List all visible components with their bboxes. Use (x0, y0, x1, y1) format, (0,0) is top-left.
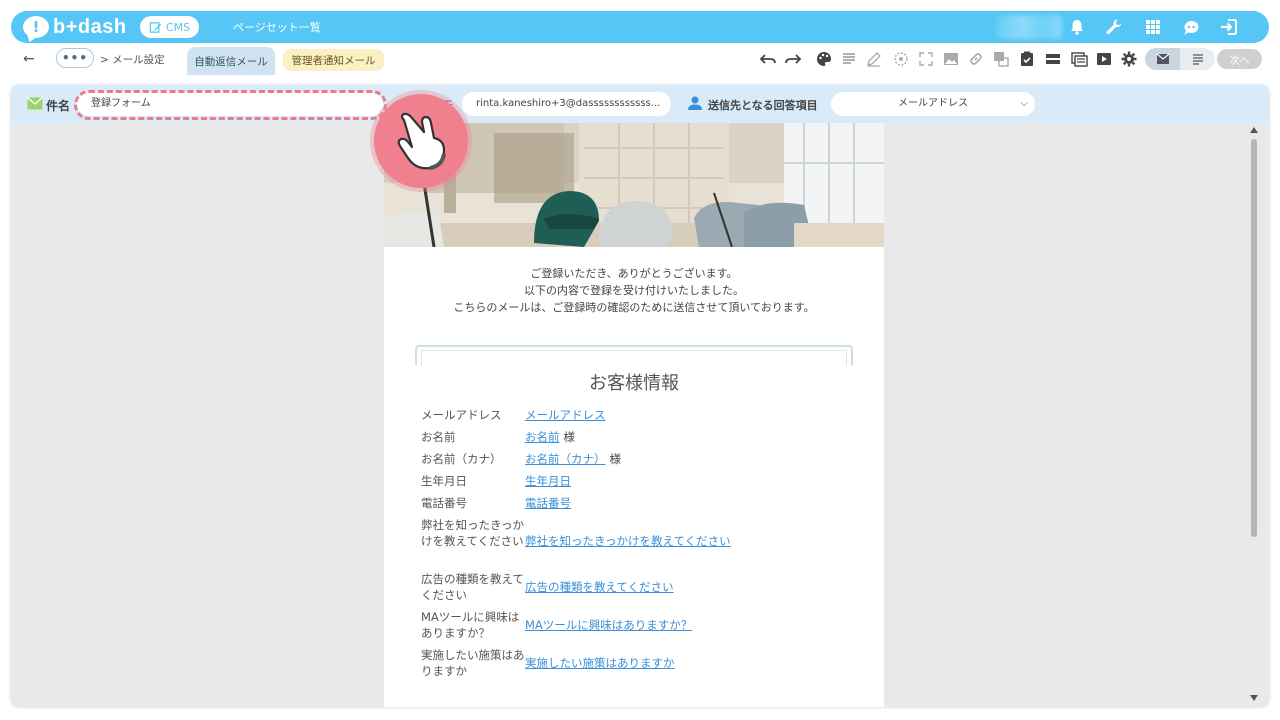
email-preview: ご登録いただき、ありがとうございます。 以下の内容で登録を受け付けいたしました。… (384, 123, 884, 707)
table-row: 弊社を知ったきっかけを教えてください 弊社を知ったきっかけを教えてください (421, 517, 861, 565)
canvas-area: ご登録いただき、ありがとうございます。 以下の内容で登録を受け付けいたしました。… (18, 123, 1258, 707)
section-title: お客様情報 (589, 373, 679, 394)
scroll-down-arrow-icon[interactable] (1250, 695, 1258, 701)
merge-field-link[interactable]: お名前（カナ） (525, 452, 606, 466)
row-label: 生年月日 (421, 474, 467, 488)
mail-icon (1156, 53, 1169, 64)
chevron-down-icon: ⌵ (1020, 98, 1028, 109)
link-icon[interactable] (966, 49, 986, 69)
logo-bubble-icon: ! (23, 16, 49, 38)
back-arrow-icon[interactable]: ← (23, 51, 35, 67)
table-row: 実施したい施策はありますか 実施したい施策はありますか (421, 647, 861, 679)
divider-block-icon[interactable] (1043, 49, 1063, 69)
row-label: 広告の種類を教えてください (421, 572, 524, 602)
row-label: 弊社を知ったきっかけを教えてください (421, 518, 525, 548)
customer-info-table: メールアドレス メールアドレス お名前 お名前様 お名前（カナ） お名前（カナ）… (421, 407, 861, 685)
envelope-icon (27, 97, 43, 110)
row-label: 実施したい施策はありますか (421, 648, 525, 678)
subject-label: 件名 (46, 99, 71, 113)
row-label: お名前（カナ） (421, 452, 502, 466)
recipient-select-value: メールアドレス (898, 98, 968, 109)
person-icon (688, 96, 702, 110)
subject-highlight (74, 90, 387, 120)
scroll-thumb[interactable] (1251, 139, 1257, 537)
merge-field-link[interactable]: お名前 (525, 430, 560, 444)
image-icon[interactable] (941, 49, 961, 69)
text-view-toggle[interactable] (1180, 48, 1215, 70)
clipboard-check-icon[interactable] (1017, 49, 1037, 69)
top-nav-bar: ! b+dash CMS ページセット一覧 (11, 11, 1269, 43)
editor-panel: 件名 登録フォーム 元 rinta.kaneshiro+3@dassssssss… (11, 85, 1269, 707)
text-lines-icon (1192, 54, 1203, 65)
greeting-text: ご登録いただき、ありがとうございます。 以下の内容で登録を受け付けいたしました。… (384, 265, 884, 316)
table-row: 生年月日 生年月日 (421, 473, 861, 489)
video-icon[interactable] (1094, 49, 1114, 69)
wrench-icon[interactable] (1104, 17, 1124, 37)
merge-field-link[interactable]: メールアドレス (525, 408, 606, 422)
pen-icon[interactable] (864, 49, 884, 69)
layout-block-icon[interactable] (1069, 49, 1089, 69)
palette-icon[interactable] (814, 49, 834, 69)
text-block-icon[interactable] (839, 49, 859, 69)
tab-admin-notify[interactable]: 管理者通知メール (283, 49, 384, 71)
recipient-label: 送信先となる回答項目 (708, 99, 818, 112)
row-label: MAツールに興味はありますか？ (421, 610, 520, 640)
grid-icon[interactable] (1143, 17, 1163, 37)
greeting-line-2: 以下の内容で登録を受け付けいたしました。 (524, 284, 744, 297)
row-label: 電話番号 (421, 496, 467, 510)
merge-field-link[interactable]: 広告の種類を教えてください (525, 580, 674, 594)
row-label: お名前 (421, 430, 456, 444)
logout-icon[interactable] (1219, 17, 1239, 37)
html-view-toggle[interactable] (1145, 48, 1180, 70)
edit-icon (149, 21, 161, 33)
gear-icon[interactable] (1119, 49, 1139, 69)
bdash-logo[interactable]: ! b+dash (23, 15, 127, 39)
tap-hand-pointer-icon (374, 94, 468, 188)
recipient-select[interactable]: メールアドレス ⌵ (831, 92, 1035, 116)
info-frame (415, 345, 853, 366)
next-button[interactable]: 次へ (1217, 49, 1262, 69)
bell-icon[interactable] (1067, 17, 1087, 37)
merge-field-link[interactable]: 実施したい施策はありますか (525, 656, 675, 670)
redo-icon[interactable] (783, 49, 803, 69)
scroll-up-arrow-icon[interactable] (1250, 127, 1258, 133)
view-toggle (1145, 48, 1215, 70)
account-name-blurred[interactable] (996, 15, 1062, 39)
row-label: メールアドレス (421, 408, 502, 422)
expand-icon[interactable] (916, 49, 936, 69)
cms-button[interactable]: CMS (140, 16, 199, 38)
more-button[interactable]: ••• (56, 48, 94, 68)
table-row: 電話番号 電話番号 (421, 495, 861, 511)
image-link-icon[interactable] (991, 49, 1011, 69)
tab-auto-reply[interactable]: 自動返信メール (187, 47, 275, 75)
editor-toolbar: ← ••• > メール設定 自動返信メール 管理者通知メール 次へ (11, 45, 1269, 75)
page-set-list-link[interactable]: ページセット一覧 (233, 19, 321, 35)
merge-field-link[interactable]: MAツールに興味はありますか？ (525, 618, 692, 632)
honorific: 様 (563, 430, 576, 444)
merge-field-link[interactable]: 生年月日 (525, 474, 571, 488)
target-icon[interactable] (891, 49, 911, 69)
support-chat-icon[interactable] (1181, 17, 1201, 37)
vertical-scrollbar[interactable] (1247, 123, 1261, 707)
table-row: MAツールに興味はありますか？ MAツールに興味はありますか？ (421, 609, 861, 641)
merge-field-link[interactable]: 弊社を知ったきっかけを教えてください (525, 534, 731, 548)
breadcrumb: > メール設定 (100, 54, 165, 66)
cms-label: CMS (165, 20, 191, 34)
table-row: お名前 お名前様 (421, 429, 861, 445)
table-row: メールアドレス メールアドレス (421, 407, 861, 423)
logo-text: b+dash (53, 15, 127, 38)
greeting-line-1: ご登録いただき、ありがとうございます。 (530, 267, 738, 280)
subject-bar: 件名 登録フォーム 元 rinta.kaneshiro+3@dassssssss… (11, 85, 1269, 123)
undo-icon[interactable] (758, 49, 778, 69)
table-row: お名前（カナ） お名前（カナ）様 (421, 451, 861, 467)
honorific: 様 (609, 452, 622, 466)
merge-field-link[interactable]: 電話番号 (525, 496, 571, 510)
sender-input[interactable]: rinta.kaneshiro+3@dassssssssssss... (462, 92, 671, 116)
table-row: 広告の種類を教えてください 広告の種類を教えてください (421, 571, 861, 603)
greeting-line-3: こちらのメールは、ご登録時の確認のために送信させて頂いております。 (453, 301, 815, 314)
